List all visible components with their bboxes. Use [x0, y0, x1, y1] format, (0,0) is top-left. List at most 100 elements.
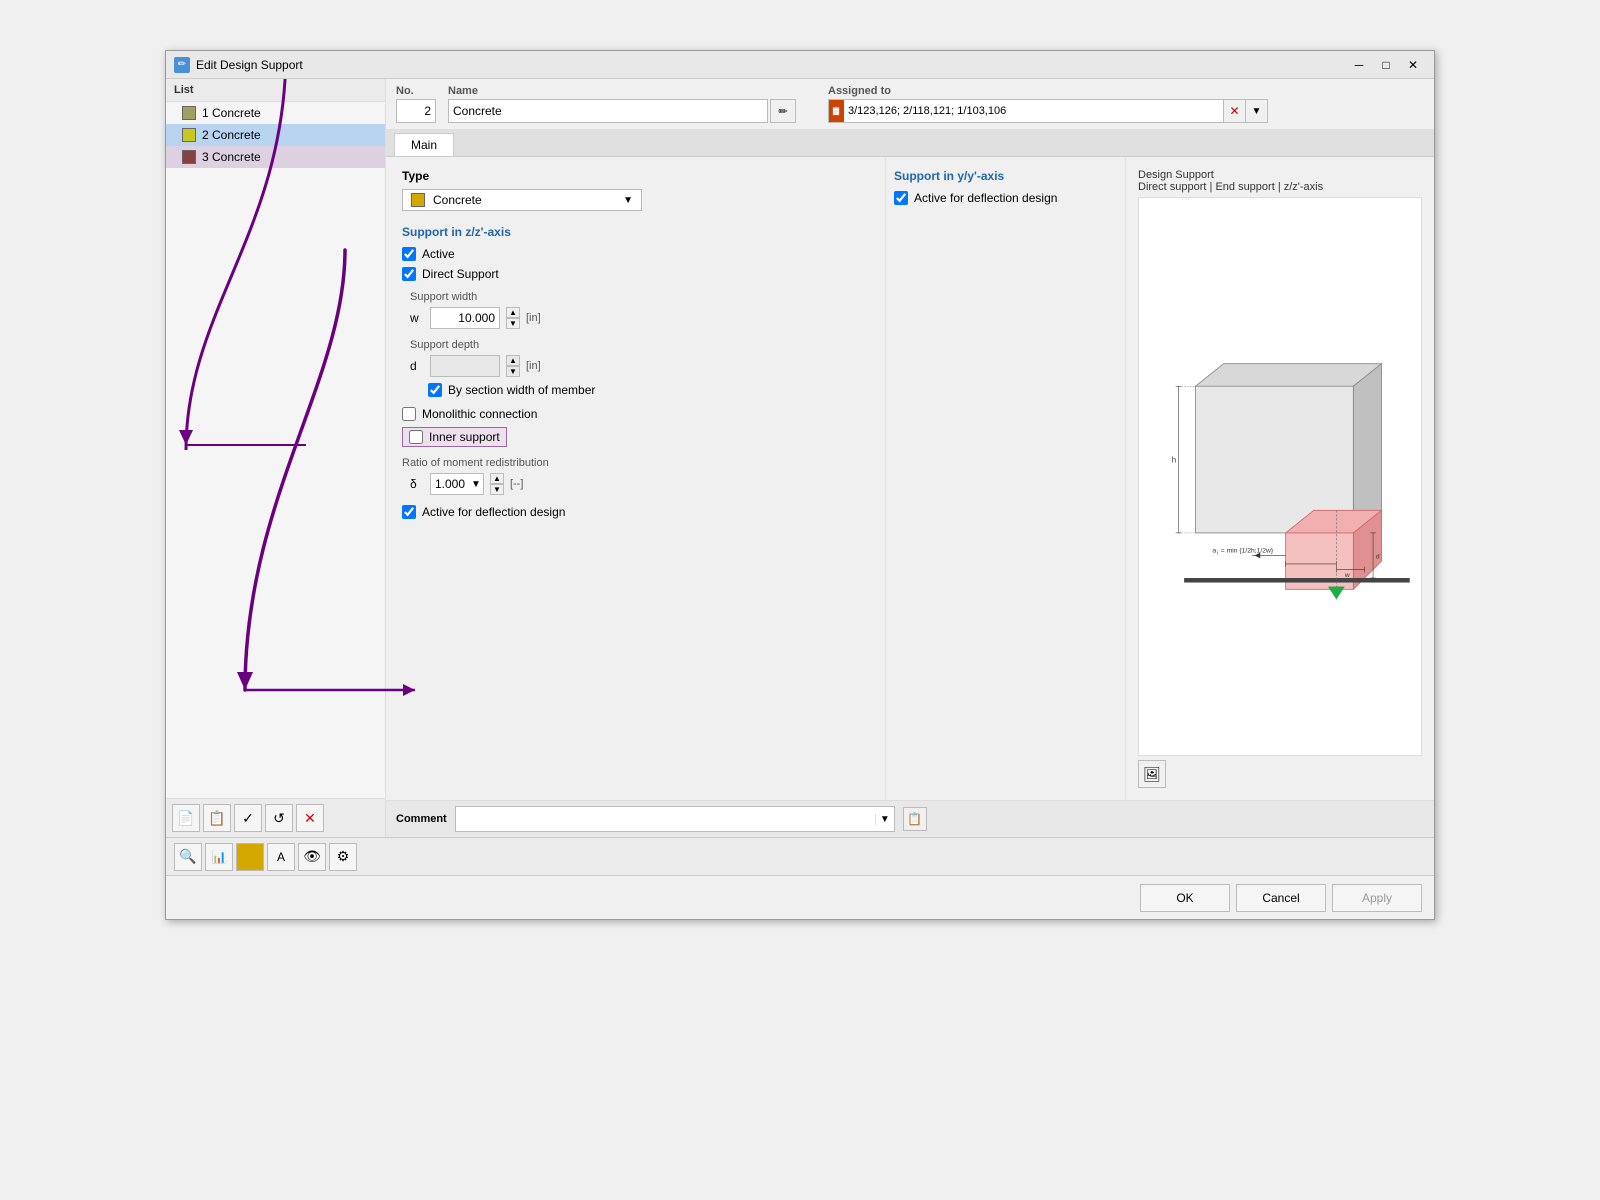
svg-text:i: i	[1217, 550, 1218, 556]
w-var-label: w	[410, 311, 424, 325]
item-2-label: 2 Concrete	[202, 128, 261, 142]
window-footer: OK Cancel Apply	[166, 875, 1434, 919]
add-button[interactable]: 📄	[172, 804, 200, 832]
svg-text:d: d	[1376, 553, 1380, 560]
comment-bar: Comment ▼ 📋	[386, 800, 1434, 837]
active-label: Active	[422, 247, 455, 261]
active-checkbox[interactable]	[402, 247, 416, 261]
comment-label: Comment	[396, 813, 447, 825]
svg-text:w: w	[1344, 572, 1350, 579]
svg-text:a: a	[1212, 548, 1216, 555]
deflection-label: Active for deflection design	[422, 505, 565, 519]
d-input[interactable]	[430, 355, 500, 377]
delta-up-button[interactable]: ▲	[490, 473, 504, 484]
maximize-button[interactable]: □	[1373, 55, 1399, 75]
diagram-info-button[interactable]: 🖼	[1138, 760, 1166, 788]
delete-button[interactable]: ✕	[296, 804, 324, 832]
table-tool-button[interactable]: 📊	[205, 843, 233, 871]
comment-copy-button[interactable]: 📋	[903, 807, 927, 831]
right-diagram: Design Support Direct support | End supp…	[1126, 157, 1434, 800]
assigned-input[interactable]	[844, 99, 1224, 123]
assigned-label: Assigned to	[828, 85, 1268, 97]
minimize-button[interactable]: ─	[1346, 55, 1372, 75]
type-label: Type	[402, 169, 869, 183]
no-label: No.	[396, 85, 436, 97]
list-item-1[interactable]: 1 Concrete	[166, 102, 385, 124]
item-1-color	[182, 106, 196, 120]
label-tool-button[interactable]: A	[267, 843, 295, 871]
close-button[interactable]: ✕	[1400, 55, 1426, 75]
by-section-checkbox[interactable]	[428, 383, 442, 397]
delta-var-label: δ	[410, 477, 424, 491]
w-unit-label: [in]	[526, 312, 541, 324]
comment-dropdown-icon[interactable]: ▼	[875, 814, 894, 825]
d-spinner[interactable]: ▲ ▼	[506, 355, 520, 377]
yy-deflection-checkbox[interactable]	[894, 191, 908, 205]
type-color-swatch	[411, 193, 425, 207]
zz-axis-title: Support in z/z'-axis	[402, 225, 869, 239]
name-input[interactable]	[448, 99, 768, 123]
refresh-button[interactable]: ↺	[265, 804, 293, 832]
d-var-label: d	[410, 359, 424, 373]
w-input[interactable]	[430, 307, 500, 329]
monolithic-checkbox[interactable]	[402, 407, 416, 421]
tab-main[interactable]: Main	[394, 133, 454, 156]
middle-form: Support in y/y'-axis Active for deflecti…	[886, 157, 1126, 800]
delta-value: 1.000	[431, 475, 469, 493]
ratio-label: Ratio of moment redistribution	[402, 457, 869, 469]
sidebar-footer: 📄 📋 ✓ ↺ ✕	[166, 798, 385, 837]
search-tool-button[interactable]: 🔍	[174, 843, 202, 871]
edit-name-button[interactable]: ✏	[770, 99, 796, 123]
no-input[interactable]	[396, 99, 436, 123]
item-3-label: 3 Concrete	[202, 150, 261, 164]
list-item-3[interactable]: 3 Concrete	[166, 146, 385, 168]
d-unit-label: [in]	[526, 360, 541, 372]
assigned-icon: 📋	[828, 99, 844, 123]
window-title: Edit Design Support	[196, 58, 303, 72]
deflection-checkbox[interactable]	[402, 505, 416, 519]
eye-tool-button[interactable]: 👁	[298, 843, 326, 871]
assigned-dropdown-button[interactable]: ▼	[1246, 99, 1268, 123]
tab-bar: Main	[386, 130, 1434, 157]
sidebar-header: List	[166, 79, 385, 102]
d-up-button[interactable]: ▲	[506, 355, 520, 366]
type-value: Concrete	[433, 193, 623, 207]
w-spinner[interactable]: ▲ ▼	[506, 307, 520, 329]
item-2-color	[182, 128, 196, 142]
delta-dropdown[interactable]: 1.000 ▼	[430, 473, 484, 495]
support-depth-label: Support depth	[410, 339, 869, 351]
d-down-button[interactable]: ▼	[506, 366, 520, 377]
type-arrow-icon: ▼	[623, 195, 633, 206]
comment-input[interactable]	[456, 812, 875, 826]
left-form: Type Concrete ▼ Support in z/z'-axis	[386, 157, 886, 800]
check-button[interactable]: ✓	[234, 804, 262, 832]
copy-button[interactable]: 📋	[203, 804, 231, 832]
w-up-button[interactable]: ▲	[506, 307, 520, 318]
list-item-2[interactable]: 2 Concrete	[166, 124, 385, 146]
assigned-clear-button[interactable]: ✕	[1224, 99, 1246, 123]
diagram-title-1: Design Support	[1138, 169, 1422, 181]
svg-text:h: h	[1172, 455, 1176, 464]
w-down-button[interactable]: ▼	[506, 318, 520, 329]
item-3-color	[182, 150, 196, 164]
cancel-button[interactable]: Cancel	[1236, 884, 1326, 912]
settings-tool-button[interactable]: ⚙	[329, 843, 357, 871]
sidebar-list: 1 Concrete 2 Concrete 3 Concrete	[166, 102, 385, 450]
diagram-canvas: h a i = min {1/2h;1/2w}	[1138, 197, 1422, 756]
svg-text:= min {1/2h;1/2w}: = min {1/2h;1/2w}	[1221, 548, 1274, 555]
apply-button[interactable]: Apply	[1332, 884, 1422, 912]
comment-input-wrap[interactable]: ▼	[455, 806, 895, 832]
bottom-toolbar: 🔍 📊 A 👁 ⚙	[166, 837, 1434, 875]
yy-deflection-label: Active for deflection design	[914, 191, 1057, 205]
delta-down-button[interactable]: ▼	[490, 484, 504, 495]
item-1-label: 1 Concrete	[202, 106, 261, 120]
color-tool-button[interactable]	[236, 843, 264, 871]
delta-spinner[interactable]: ▲ ▼	[490, 473, 504, 495]
type-dropdown[interactable]: Concrete ▼	[402, 189, 642, 211]
ok-button[interactable]: OK	[1140, 884, 1230, 912]
yy-axis-title: Support in y/y'-axis	[894, 169, 1117, 183]
inner-support-checkbox[interactable]	[409, 430, 423, 444]
diagram-svg: h a i = min {1/2h;1/2w}	[1139, 198, 1421, 755]
direct-support-checkbox[interactable]	[402, 267, 416, 281]
direct-support-label: Direct Support	[422, 267, 499, 281]
